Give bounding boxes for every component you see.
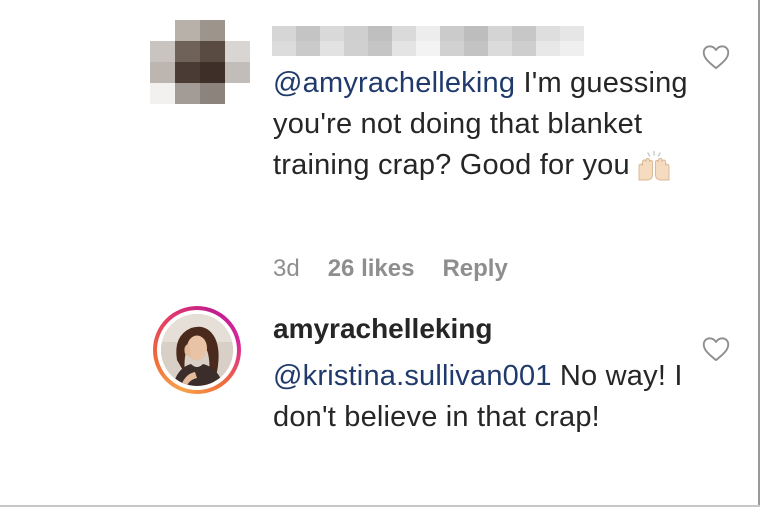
avatar-ring-gap	[157, 310, 237, 390]
avatar-photo	[161, 314, 233, 386]
comment-thread: @amyrachelleking I'm guessing you're not…	[0, 0, 760, 507]
like-heart-icon[interactable]	[702, 336, 730, 362]
story-avatar[interactable]	[153, 306, 241, 394]
comment-1-text: @amyrachelleking I'm guessing you're not…	[273, 63, 693, 186]
mention-link[interactable]: @amyrachelleking	[273, 67, 515, 99]
blurred-username[interactable]	[272, 26, 584, 56]
like-heart-icon[interactable]	[702, 44, 730, 70]
profile-photo-icon	[161, 314, 233, 386]
comment-1-meta: 3d 26 likes Reply	[273, 255, 508, 283]
mention-link[interactable]: @kristina.sullivan001	[273, 360, 552, 392]
comment-likes[interactable]: 26 likes	[328, 255, 415, 283]
comment-2-text: @kristina.sullivan001 No way! I don't be…	[273, 356, 693, 438]
reply-button[interactable]: Reply	[442, 255, 507, 283]
comment-time[interactable]: 3d	[273, 255, 300, 283]
blurred-avatar[interactable]	[150, 20, 250, 104]
raised-hands-emoji-icon	[638, 151, 670, 181]
comment-2-username[interactable]: amyrachelleking	[273, 313, 492, 345]
